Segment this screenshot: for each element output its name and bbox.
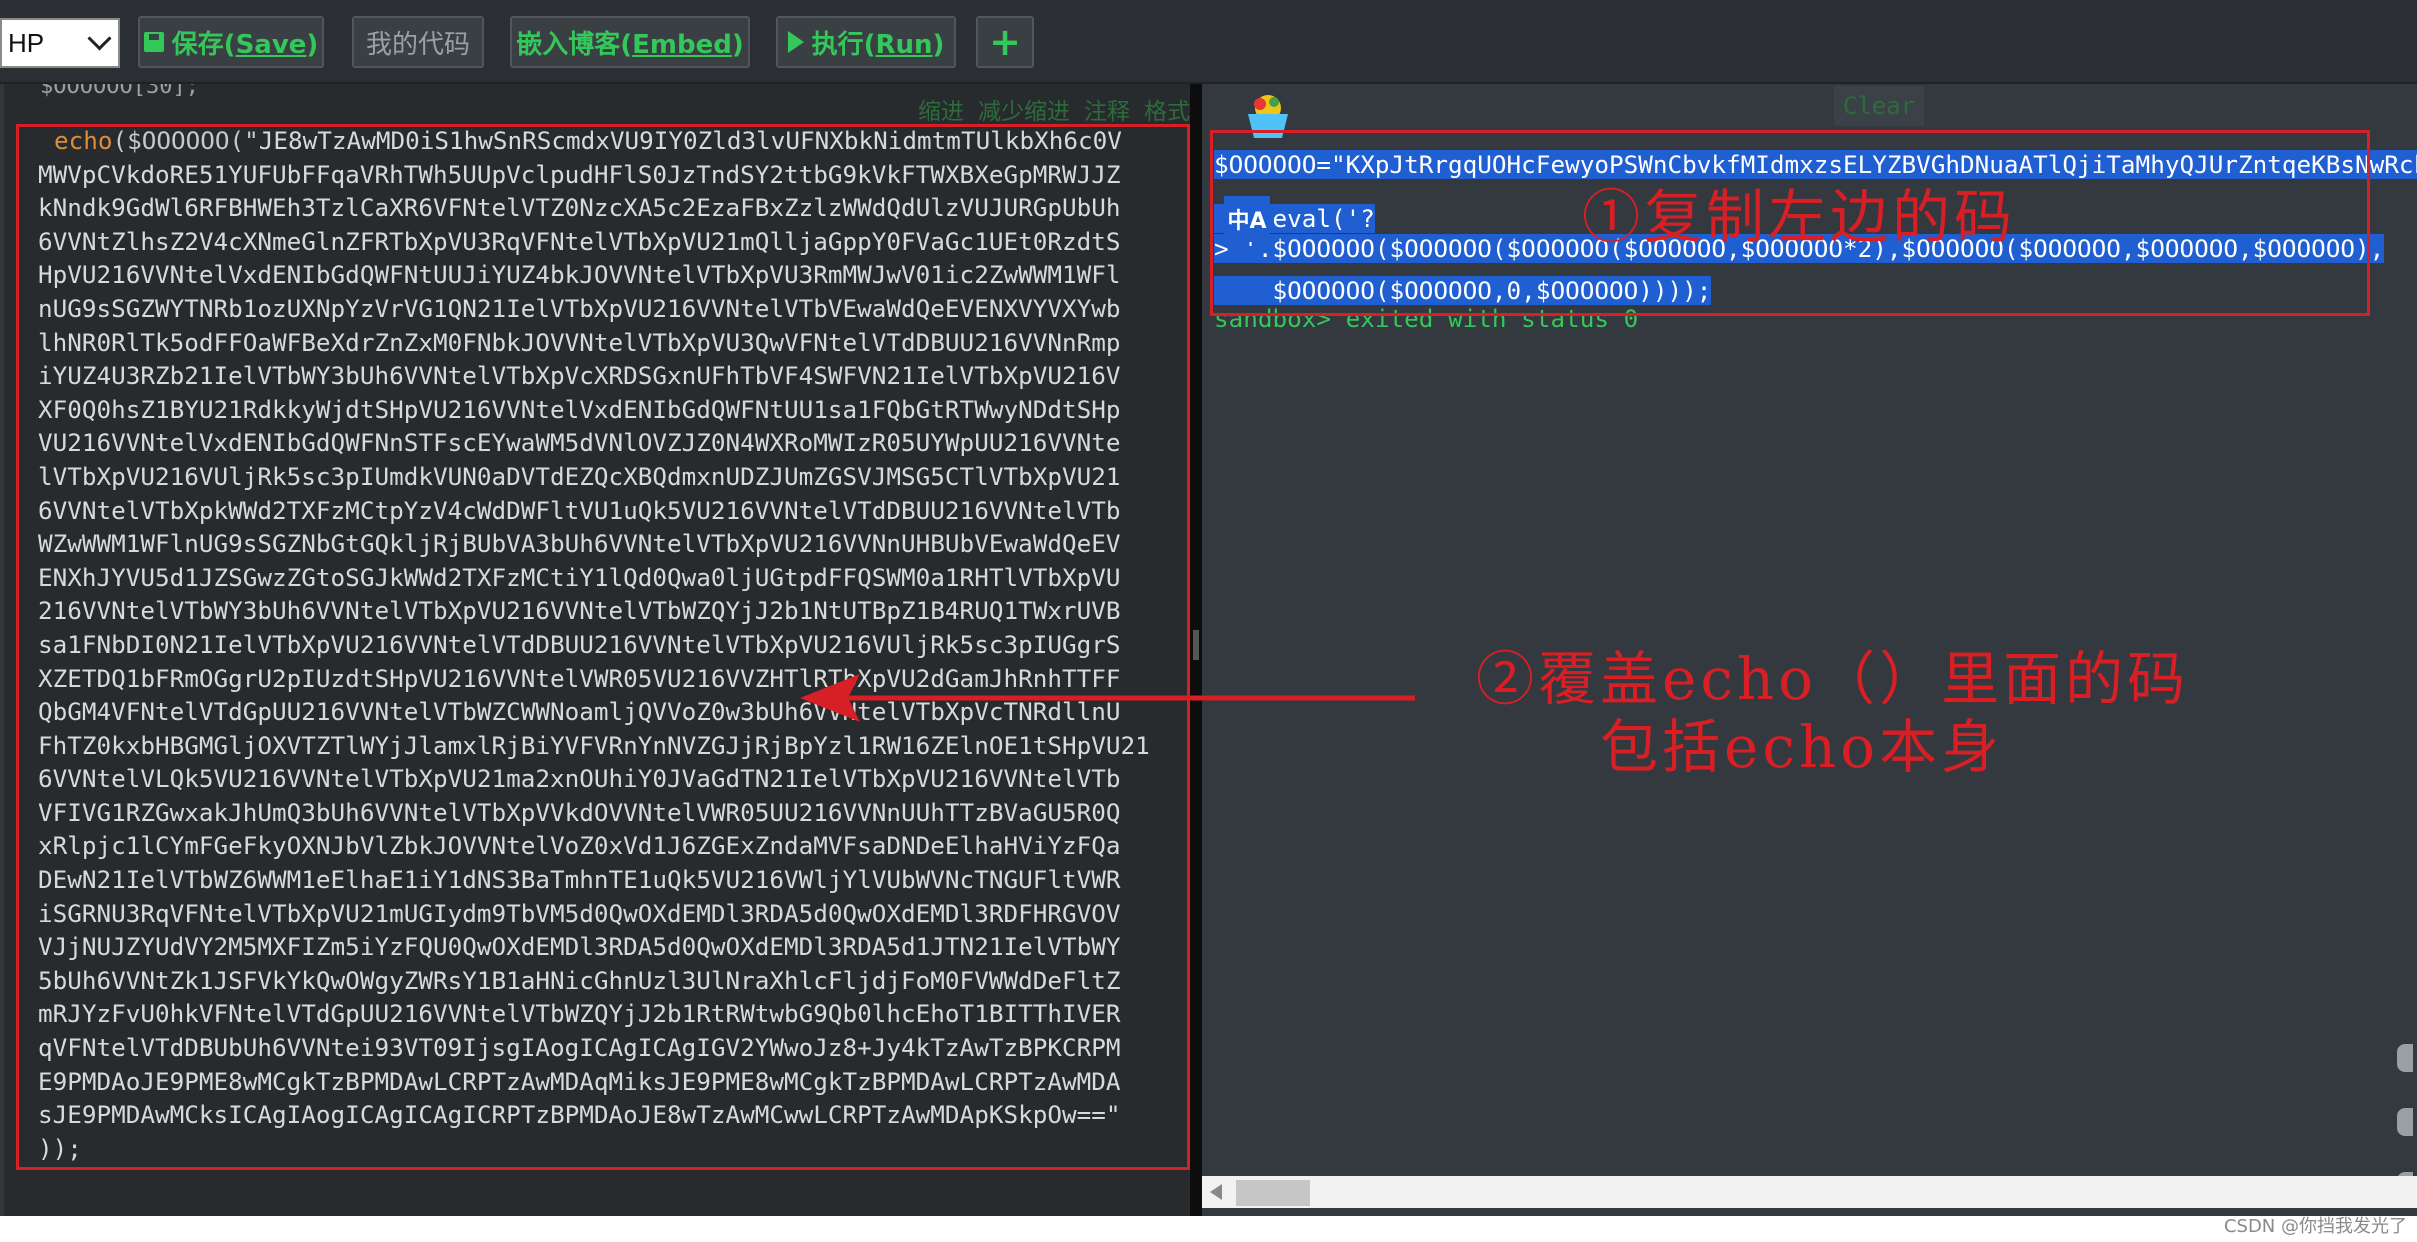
- outdent-link[interactable]: 减少缩进: [978, 92, 1070, 126]
- code-line: kNndk9GdWl6RFBHWEh3TzlCaXR6VFNtelVTZ0Nzc…: [38, 193, 1121, 223]
- language-select[interactable]: HP: [0, 18, 120, 68]
- code-line: nUG9sSGZWYTNRb1ozUXNpYzVrVG1QN21IelVTbXp…: [38, 293, 1121, 323]
- chevron-down-icon: [87, 26, 112, 51]
- indent-link[interactable]: 缩进: [918, 92, 964, 126]
- code-line: DEwN21IelVTbWZ6WWM1eElhaE1iY1dNS3BaTmhnT…: [38, 865, 1121, 895]
- save-button-label: 保存(Save): [171, 29, 319, 60]
- code-string: JE8wTzAwMD0iS1hwSnRScmdxVU9IY0Zld3lvUFNX…: [258, 126, 1122, 155]
- editor-actions: 缩进 减少缩进 注释 格式: [918, 92, 1190, 126]
- code-line: mRJYzFvU0hkVFNtelVTdGpUU216VVNtelVTbWZQY…: [38, 999, 1121, 1029]
- code-line: iYUZ4U3RZb21IelVTbWY3bUh6VVNtelVTbXpVcXR…: [38, 361, 1121, 391]
- code-line: FhTZ0kxbHBGMGljOXVTZTlWYjJlamxlRjBiYVFVR…: [38, 730, 1150, 760]
- my-code-button[interactable]: 我的代码: [352, 16, 484, 68]
- code-line: echo($OOOOOO("JE8wTzAwMD0iS1hwSnRScmdxVU…: [38, 124, 1188, 158]
- code-line: WZwWWM1WFlnUG9sSGZNbGtGQkljRjBUbVA3bUh6V…: [38, 529, 1121, 559]
- code-line: ENXhJYVU5d1JZSGwzZGtoSGJkWWd2TXFzMCtiY1l…: [38, 562, 1121, 592]
- code-line: sJE9PMDAwMCksICAgIAogICAgICAgICRPTzBPMDA…: [38, 1100, 1121, 1130]
- language-value: HP: [8, 27, 45, 58]
- code-line: XF0Q0hsZ1BYU21RdkkyWjdtSHpVU216VVNtelVxd…: [38, 394, 1121, 424]
- plus-icon: +: [989, 20, 1021, 64]
- echo-keyword: echo: [54, 126, 113, 155]
- code-line: iSGRNU3RqVFNtelVTbXpVU21mUGIydm9TbVM5d0Q…: [38, 898, 1121, 928]
- code-line: lhNR0RlTk5odFFOaWFBeXdrZnZxM0FNbkJOVVNte…: [38, 327, 1121, 357]
- code-line: E9PMDAoJE9PME8wMCgkTzBPMDAwLCRPTzAwMDAqM…: [38, 1066, 1121, 1096]
- code-line: 6VVNtelVLQk5VU216VVNtelVTbXpVU21ma2xnOUh…: [38, 764, 1121, 794]
- code-line: HpVU216VVNtelVxdENIbGdQWFNtUUJiYUZ4bkJOV…: [38, 260, 1121, 290]
- bell-icon[interactable]: [2397, 1044, 2413, 1072]
- code-line: VU216VVNtelVxdENIbGdQWFNnSTFscEYwaWM5dVN…: [38, 428, 1121, 458]
- editor-gutter: [0, 84, 4, 1216]
- scroll-thumb[interactable]: [1236, 1180, 1310, 1206]
- code-line: 5bUh6VVNtZk1JSFVkYkQwOWgyZWRsY1B1aHNicGh…: [38, 965, 1121, 995]
- code-line: VJjNUJZYUdVY2M5MXFIZm5iYzFQU0QwOXdEMDl3R…: [38, 932, 1121, 962]
- run-button-label: 执行(Run): [811, 29, 945, 60]
- save-icon: [143, 32, 164, 52]
- scroll-left-icon[interactable]: [1210, 1184, 1222, 1200]
- cup-icon: [1248, 95, 1288, 138]
- arrow-left-icon: [800, 674, 1415, 722]
- output-status: sandbox> exited with status 0: [1214, 304, 1639, 333]
- code-line: xRlpjc1lCYmFGeFkyOXNJbVlZbkJOVVNtelVoZ0x…: [38, 831, 1121, 861]
- code-line: VFIVG1RZGwxakJhUmQ3bUh6VVNtelVTbXpVVkdOV…: [38, 797, 1121, 827]
- comment-link[interactable]: 注释: [1084, 92, 1130, 126]
- my-code-label: 我的代码: [365, 29, 470, 60]
- echo-open: ($OOOOOO(": [112, 126, 259, 155]
- save-button[interactable]: 保存(Save): [138, 16, 324, 68]
- code-line: sa1FNbDI0N21IelVTbXpVU216VVNtelVTdDBUU21…: [38, 629, 1121, 659]
- annotation-step-1: ①复制左边的码: [1582, 183, 2017, 251]
- code-line: lVTbXpVU216VUljRk5sc3pIUmdkVUN0aDVTdEZQc…: [38, 461, 1121, 491]
- code-line: MWVpCVkdoRE51YUFUbFFqaVRhTWh5UUpVclpudHF…: [38, 159, 1121, 189]
- format-link[interactable]: 格式: [1144, 92, 1190, 126]
- embed-button-label: 嵌入博客(Embed): [516, 29, 744, 60]
- chat-icon[interactable]: [2397, 1108, 2413, 1136]
- add-button[interactable]: +: [976, 16, 1034, 68]
- translate-icon[interactable]: 中A: [1224, 196, 1270, 242]
- toolbar: HP 保存(Save) 我的代码 嵌入博客(Embed) 执行(Run) +: [0, 0, 2417, 84]
- code-line: 6VVNtZlhsZ2V4cXNmeGlnZFRTbXpVU3RqVFNtelV…: [38, 226, 1121, 256]
- watermark: CSDN @你挡我发光了: [2223, 1216, 2407, 1237]
- code-line: 216VVNtelVTbWY3bUh6VVNtelVTbXpVU216VVNte…: [38, 596, 1121, 626]
- code-line: 6VVNtelVTbXpkWWd2TXFzMCtpYzV4cWdDWFltVU1…: [38, 495, 1121, 525]
- annotation-step-3: 包括echo本身: [1600, 713, 2004, 781]
- clear-button[interactable]: Clear: [1834, 86, 1924, 126]
- output-line-4[interactable]: $OOOOOO($OOOOOO,0,$OOOOOO))));: [1214, 276, 1712, 305]
- embed-button[interactable]: 嵌入博客(Embed): [510, 16, 750, 68]
- play-icon: [787, 31, 804, 53]
- bottom-bar: [0, 1216, 2417, 1242]
- code-editor[interactable]: $OOOOOO[30]; 缩进 减少缩进 注释 格式 echo($OOOOOO(…: [0, 84, 1190, 1216]
- divider-grip-icon[interactable]: [1193, 630, 1199, 660]
- horizontal-scrollbar[interactable]: [1202, 1176, 2417, 1208]
- code-close-paren: ));: [38, 1133, 82, 1163]
- run-button[interactable]: 执行(Run): [776, 16, 956, 68]
- code-fragment-top: $OOOOOO[30];: [40, 84, 199, 99]
- code-line: qVFNtelVTdDBUbUh6VVNtei93VT09IjsgIAogICA…: [38, 1033, 1121, 1063]
- code-text[interactable]: echo($OOOOOO("JE8wTzAwMD0iS1hwSnRScmdxVU…: [38, 124, 1188, 1165]
